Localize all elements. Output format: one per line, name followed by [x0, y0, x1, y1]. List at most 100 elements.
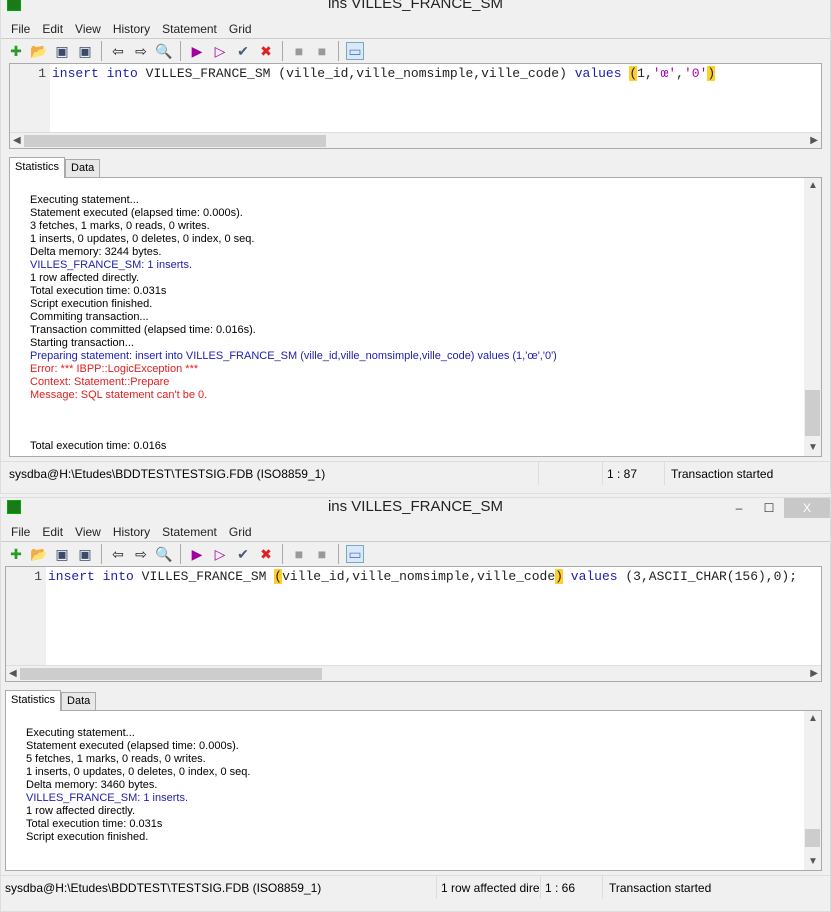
new-icon[interactable]: ✚	[7, 545, 25, 563]
back-icon[interactable]: ⇦	[109, 42, 127, 60]
scroll-thumb[interactable]	[20, 668, 322, 680]
log-line: Message: SQL statement can't be 0.	[30, 389, 208, 401]
execute-step-icon[interactable]: ▷	[211, 545, 229, 563]
tab-data[interactable]: Data	[65, 159, 101, 177]
menu-grid[interactable]: Grid	[223, 19, 258, 38]
sql-token: insert	[48, 569, 95, 584]
toolbar-separator	[180, 544, 181, 564]
status-cursor-position: 1 : 66	[541, 876, 603, 899]
scroll-up-icon[interactable]: ▲	[808, 178, 818, 194]
search-icon[interactable]: 🔍	[155, 545, 173, 563]
log-line: Total execution time: 0.031s	[30, 285, 167, 297]
maximize-button[interactable]: ☐	[754, 498, 784, 518]
save-as-icon[interactable]: ▣	[76, 42, 94, 60]
forward-icon[interactable]: ⇨	[132, 545, 150, 563]
split-view-icon[interactable]: ▭	[346, 42, 364, 60]
toolbar-separator	[282, 544, 283, 564]
disabled-1-icon[interactable]: ■	[290, 545, 308, 563]
log-line: 1 row affected directly.	[26, 805, 136, 817]
open-icon[interactable]: 📂	[30, 545, 48, 563]
horizontal-scrollbar[interactable]: ◀ ▶	[6, 665, 821, 681]
log-line: Script execution finished.	[30, 298, 153, 310]
tab-statistics[interactable]: Statistics	[5, 690, 62, 711]
result-tabs: Statistics Data	[9, 157, 822, 178]
save-as-icon[interactable]: ▣	[76, 545, 94, 563]
toolbar: ✚ 📂 ▣ ▣ ⇦ ⇨ 🔍 ▶ ▷ ✔ ✖ ■ ■ ▭	[1, 39, 830, 63]
back-icon[interactable]: ⇦	[109, 545, 127, 563]
forward-icon[interactable]: ⇨	[132, 42, 150, 60]
menu-view[interactable]: View	[69, 522, 107, 541]
menu-history[interactable]: History	[107, 19, 156, 38]
toolbar-separator	[101, 544, 102, 564]
scroll-left-icon[interactable]: ◀	[9, 666, 17, 682]
statistics-panel: Executing statement... Statement executed…	[5, 710, 822, 871]
split-view-icon[interactable]: ▭	[346, 545, 364, 563]
scroll-thumb[interactable]	[24, 135, 326, 147]
sql-token: (3,ASCII_CHAR(156),0);	[617, 569, 798, 584]
sql-code[interactable]: insert into VILLES_FRANCE_SM (ville_id,v…	[48, 569, 797, 584]
search-icon[interactable]: 🔍	[155, 42, 173, 60]
toolbar-separator	[338, 544, 339, 564]
close-button[interactable]: X	[784, 498, 830, 518]
sql-token: values	[570, 569, 618, 584]
menu-view[interactable]: View	[69, 19, 107, 38]
log-line: Delta memory: 3460 bytes.	[26, 779, 158, 791]
scroll-down-icon[interactable]: ▼	[808, 854, 818, 870]
sql-token: 'œ'	[652, 66, 677, 81]
log-line: 5 fetches, 1 marks, 0 reads, 0 writes.	[26, 753, 206, 765]
new-icon[interactable]: ✚	[7, 42, 25, 60]
execute-icon[interactable]: ▶	[188, 545, 206, 563]
menu-bar: File Edit View History Statement Grid	[1, 522, 830, 542]
sql-token: into	[102, 569, 134, 584]
rollback-icon[interactable]: ✖	[257, 545, 275, 563]
menu-edit[interactable]: Edit	[36, 19, 69, 38]
save-icon[interactable]: ▣	[53, 545, 71, 563]
log-line: Executing statement...	[26, 727, 135, 739]
disabled-2-icon[interactable]: ■	[313, 545, 331, 563]
tab-data[interactable]: Data	[61, 692, 97, 710]
vertical-scrollbar[interactable]: ▲ ▼	[804, 178, 821, 456]
menu-history[interactable]: History	[107, 522, 156, 541]
scroll-right-icon[interactable]: ▶	[810, 133, 818, 149]
sql-token: (	[274, 569, 283, 584]
log-line: 1 row affected directly.	[30, 272, 140, 284]
vertical-scrollbar[interactable]: ▲ ▼	[804, 711, 821, 870]
scroll-left-icon[interactable]: ◀	[13, 133, 21, 149]
minimize-button[interactable]: ‒	[724, 498, 754, 518]
commit-icon[interactable]: ✔	[234, 42, 252, 60]
log-line: Total execution time: 0.016s	[30, 440, 167, 452]
commit-icon[interactable]: ✔	[234, 545, 252, 563]
sql-code[interactable]: insert into VILLES_FRANCE_SM (ville_id,v…	[52, 66, 716, 81]
disabled-2-icon[interactable]: ■	[313, 42, 331, 60]
line-gutter: 1	[6, 567, 46, 665]
status-message: 1 row affected dire	[437, 876, 541, 899]
menu-statement[interactable]: Statement	[156, 19, 223, 38]
execute-step-icon[interactable]: ▷	[211, 42, 229, 60]
sql-editor[interactable]: 1 insert into VILLES_FRANCE_SM (ville_id…	[9, 63, 822, 149]
result-tabs: Statistics Data	[5, 690, 822, 711]
sql-editor[interactable]: 1 insert into VILLES_FRANCE_SM (ville_id…	[5, 566, 822, 682]
status-connection: sysdba@H:\Etudes\BDDTEST\TESTSIG.FDB (IS…	[1, 876, 437, 899]
window-title: ins VILLES_FRANCE_SM	[327, 0, 504, 12]
horizontal-scrollbar[interactable]: ◀ ▶	[10, 132, 821, 148]
sql-token: VILLES_FRANCE_SM	[133, 569, 275, 584]
toolbar-separator	[282, 41, 283, 61]
disabled-1-icon[interactable]: ■	[290, 42, 308, 60]
scroll-down-icon[interactable]: ▼	[808, 440, 818, 456]
toolbar: ✚ 📂 ▣ ▣ ⇦ ⇨ 🔍 ▶ ▷ ✔ ✖ ■ ■ ▭	[1, 542, 830, 566]
tab-statistics[interactable]: Statistics	[9, 157, 66, 178]
menu-edit[interactable]: Edit	[36, 522, 69, 541]
scroll-up-icon[interactable]: ▲	[808, 711, 818, 727]
execute-icon[interactable]: ▶	[188, 42, 206, 60]
menu-file[interactable]: File	[5, 522, 36, 541]
rollback-icon[interactable]: ✖	[257, 42, 275, 60]
menu-file[interactable]: File	[5, 19, 36, 38]
menu-statement[interactable]: Statement	[156, 522, 223, 541]
menu-grid[interactable]: Grid	[223, 522, 258, 541]
scroll-thumb[interactable]	[805, 829, 820, 847]
open-icon[interactable]: 📂	[30, 42, 48, 60]
save-icon[interactable]: ▣	[53, 42, 71, 60]
scroll-right-icon[interactable]: ▶	[810, 666, 818, 682]
scroll-thumb[interactable]	[805, 390, 820, 436]
